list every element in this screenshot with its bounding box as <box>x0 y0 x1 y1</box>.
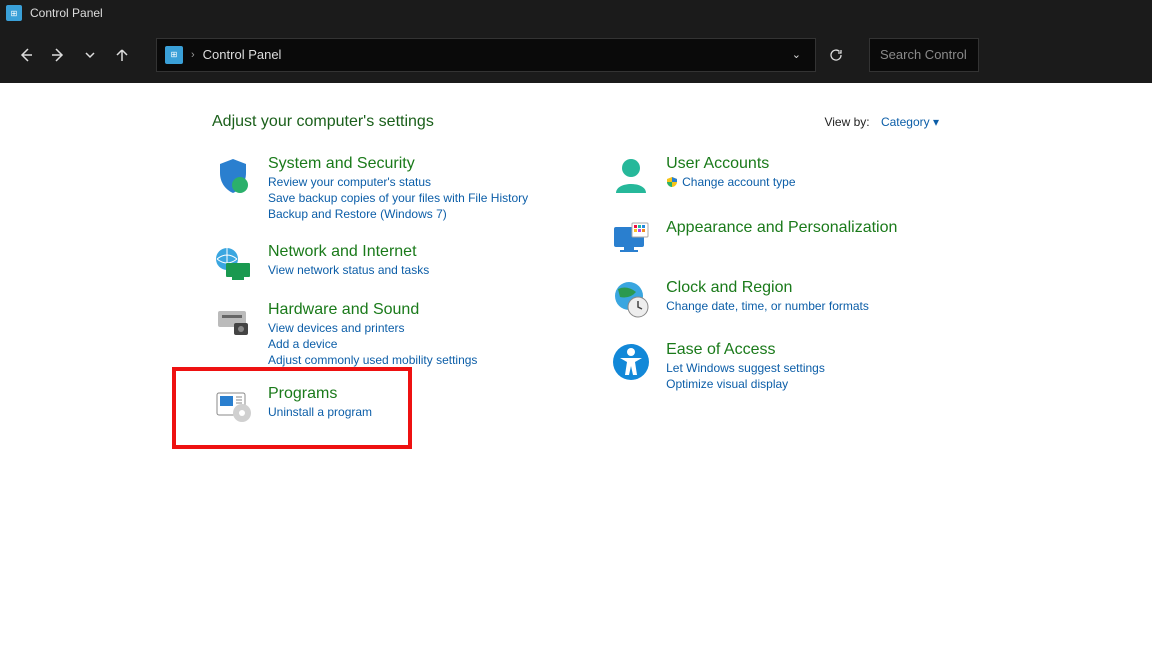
right-column: User Accounts Change account type Appear… <box>610 155 897 427</box>
category-link[interactable]: View network status and tasks <box>268 263 429 277</box>
title-bar: ⊞ Control Panel <box>0 0 1152 26</box>
address-dropdown-button[interactable]: ⌄ <box>786 48 807 61</box>
category-system-security: System and Security Review your computer… <box>212 155 528 221</box>
category-link[interactable]: Change date, time, or number formats <box>666 299 869 313</box>
category-link[interactable]: Review your computer's status <box>268 175 528 189</box>
category-link[interactable]: Uninstall a program <box>268 405 372 419</box>
category-title[interactable]: Clock and Region <box>666 279 869 297</box>
category-appearance-personalization: Appearance and Personalization <box>610 219 897 261</box>
refresh-button[interactable] <box>819 38 853 72</box>
category-link[interactable]: Backup and Restore (Windows 7) <box>268 207 528 221</box>
category-network-internet: Network and Internet View network status… <box>212 243 528 285</box>
category-link[interactable]: Optimize visual display <box>666 377 825 391</box>
globe-clock-icon <box>610 279 652 321</box>
category-title[interactable]: Ease of Access <box>666 341 825 359</box>
forward-button[interactable] <box>44 39 72 71</box>
address-bar[interactable]: ⊞ › Control Panel ⌄ <box>156 38 816 72</box>
programs-icon <box>212 385 254 427</box>
monitor-grid-icon <box>610 219 652 261</box>
category-link[interactable]: Change account type <box>666 175 795 189</box>
category-link[interactable]: Let Windows suggest settings <box>666 361 825 375</box>
search-input[interactable] <box>880 47 968 62</box>
window-title: Control Panel <box>30 6 103 20</box>
nav-bar: ⊞ › Control Panel ⌄ <box>0 26 1152 83</box>
category-title[interactable]: System and Security <box>268 155 528 173</box>
user-icon <box>610 155 652 197</box>
category-title[interactable]: Appearance and Personalization <box>666 219 897 237</box>
category-ease-of-access: Ease of Access Let Windows suggest setti… <box>610 341 897 391</box>
view-by-control: View by: Category ▾ <box>824 115 939 129</box>
back-button[interactable] <box>12 39 40 71</box>
breadcrumb-separator: › <box>191 49 195 61</box>
uac-shield-icon <box>666 176 678 188</box>
globe-monitor-icon <box>212 243 254 285</box>
category-clock-region: Clock and Region Change date, time, or n… <box>610 279 897 321</box>
category-title[interactable]: Hardware and Sound <box>268 301 477 319</box>
category-hardware-sound: Hardware and Sound View devices and prin… <box>212 301 528 367</box>
category-programs: Programs Uninstall a program <box>212 385 528 427</box>
printer-camera-icon <box>212 301 254 343</box>
category-link[interactable]: Adjust commonly used mobility settings <box>268 353 477 367</box>
category-user-accounts: User Accounts Change account type <box>610 155 897 197</box>
category-link[interactable]: View devices and printers <box>268 321 477 335</box>
category-title[interactable]: Network and Internet <box>268 243 429 261</box>
left-column: System and Security Review your computer… <box>212 155 528 427</box>
recent-locations-button[interactable] <box>76 39 104 71</box>
control-panel-icon: ⊞ <box>6 5 22 21</box>
breadcrumb-location[interactable]: Control Panel <box>203 47 282 62</box>
up-button[interactable] <box>108 39 136 71</box>
shield-icon <box>212 155 254 197</box>
accessibility-icon <box>610 341 652 383</box>
category-title[interactable]: User Accounts <box>666 155 795 173</box>
content-area: Adjust your computer's settings View by:… <box>0 83 965 427</box>
category-link[interactable]: Add a device <box>268 337 477 351</box>
view-by-label: View by: <box>824 115 869 129</box>
search-box[interactable] <box>869 38 979 72</box>
category-title[interactable]: Programs <box>268 385 372 403</box>
category-link[interactable]: Save backup copies of your files with Fi… <box>268 191 528 205</box>
control-panel-icon: ⊞ <box>165 46 183 64</box>
view-by-dropdown[interactable]: Category ▾ <box>881 115 939 129</box>
page-title: Adjust your computer's settings <box>212 113 434 131</box>
